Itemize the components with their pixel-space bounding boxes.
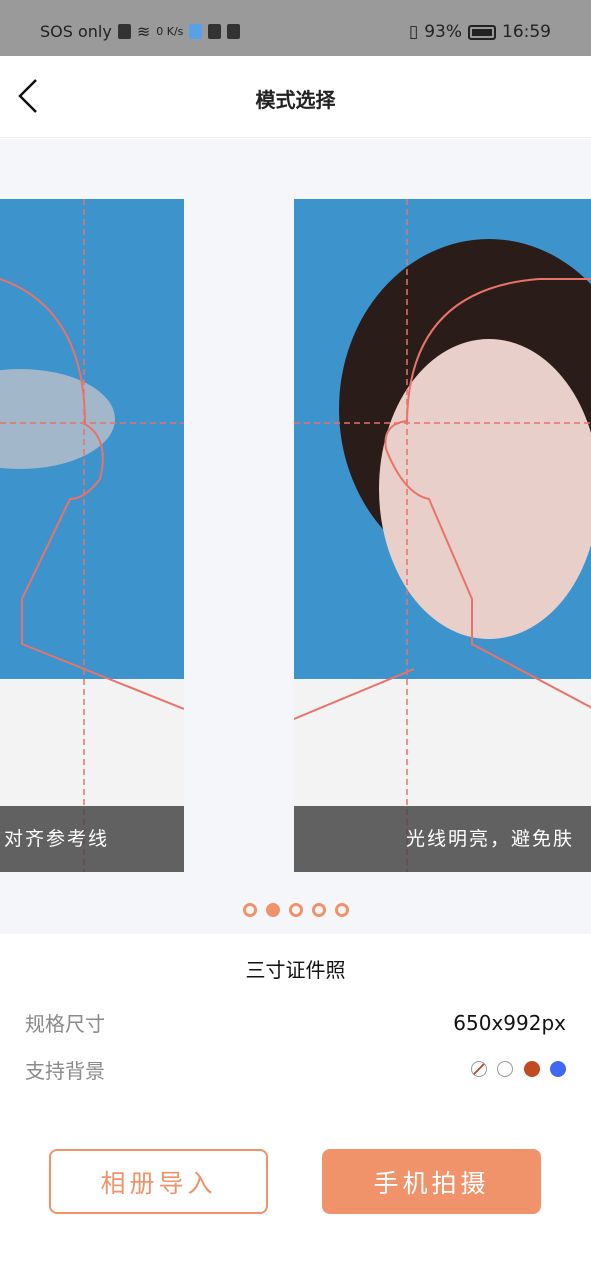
status-bar: SOS only ≋ 0 K/s ▯ 93% 16:59 bbox=[0, 0, 591, 56]
camera-capture-button[interactable]: 手机拍摄 bbox=[322, 1149, 541, 1214]
clock: 16:59 bbox=[502, 22, 551, 42]
wifi-icon: ≋ bbox=[136, 22, 151, 41]
album-import-button[interactable]: 相册导入 bbox=[49, 1149, 268, 1214]
bg-label: 支持背景 bbox=[25, 1059, 105, 1083]
spec-panel: 三寸证件照 bbox=[0, 934, 591, 983]
swatch-red[interactable] bbox=[523, 1060, 540, 1077]
slide-example-photo[interactable]: 对齐参考线 bbox=[0, 199, 184, 872]
app-notification-icon bbox=[189, 24, 203, 39]
upload-icon bbox=[227, 24, 241, 39]
page-dot[interactable] bbox=[242, 903, 257, 917]
page-dot[interactable] bbox=[288, 903, 303, 917]
swatch-transparent[interactable] bbox=[470, 1060, 487, 1077]
page-dot[interactable] bbox=[311, 903, 326, 917]
spec-bg-row: 支持背景 bbox=[25, 1055, 566, 1084]
bg-swatches bbox=[467, 1058, 566, 1082]
face-guide-overlay bbox=[0, 199, 184, 872]
net-speed: 0 K/s bbox=[156, 25, 184, 38]
face-guide-overlay bbox=[294, 199, 591, 872]
nav-bar: 模式选择 bbox=[0, 56, 591, 138]
carrier-text: SOS only bbox=[40, 22, 112, 41]
size-value: 650x992px bbox=[453, 1010, 566, 1035]
slide-caption: 光线明亮，避免肤 bbox=[294, 806, 591, 872]
slide-caption: 对齐参考线 bbox=[0, 806, 184, 872]
shield-icon bbox=[208, 24, 222, 39]
spec-name: 三寸证件照 bbox=[245, 958, 346, 982]
example-carousel[interactable]: 对齐参考线 光线明亮，避免肤 bbox=[0, 139, 591, 934]
battery-percent: 93% bbox=[424, 22, 462, 42]
page-indicator bbox=[0, 903, 591, 917]
spec-size-row: 规格尺寸 650x992px bbox=[25, 1008, 566, 1037]
page-dot-active[interactable] bbox=[265, 903, 280, 917]
page-dot[interactable] bbox=[334, 903, 349, 917]
battery-icon bbox=[468, 24, 496, 40]
vibrate-icon: ▯ bbox=[408, 22, 419, 42]
page-title: 模式选择 bbox=[255, 88, 336, 112]
slide-example-photo[interactable]: 光线明亮，避免肤 bbox=[294, 199, 591, 872]
swatch-white[interactable] bbox=[497, 1060, 514, 1077]
size-label: 规格尺寸 bbox=[25, 1012, 105, 1036]
swatch-blue[interactable] bbox=[550, 1060, 566, 1077]
sim-alert-icon bbox=[117, 24, 131, 39]
